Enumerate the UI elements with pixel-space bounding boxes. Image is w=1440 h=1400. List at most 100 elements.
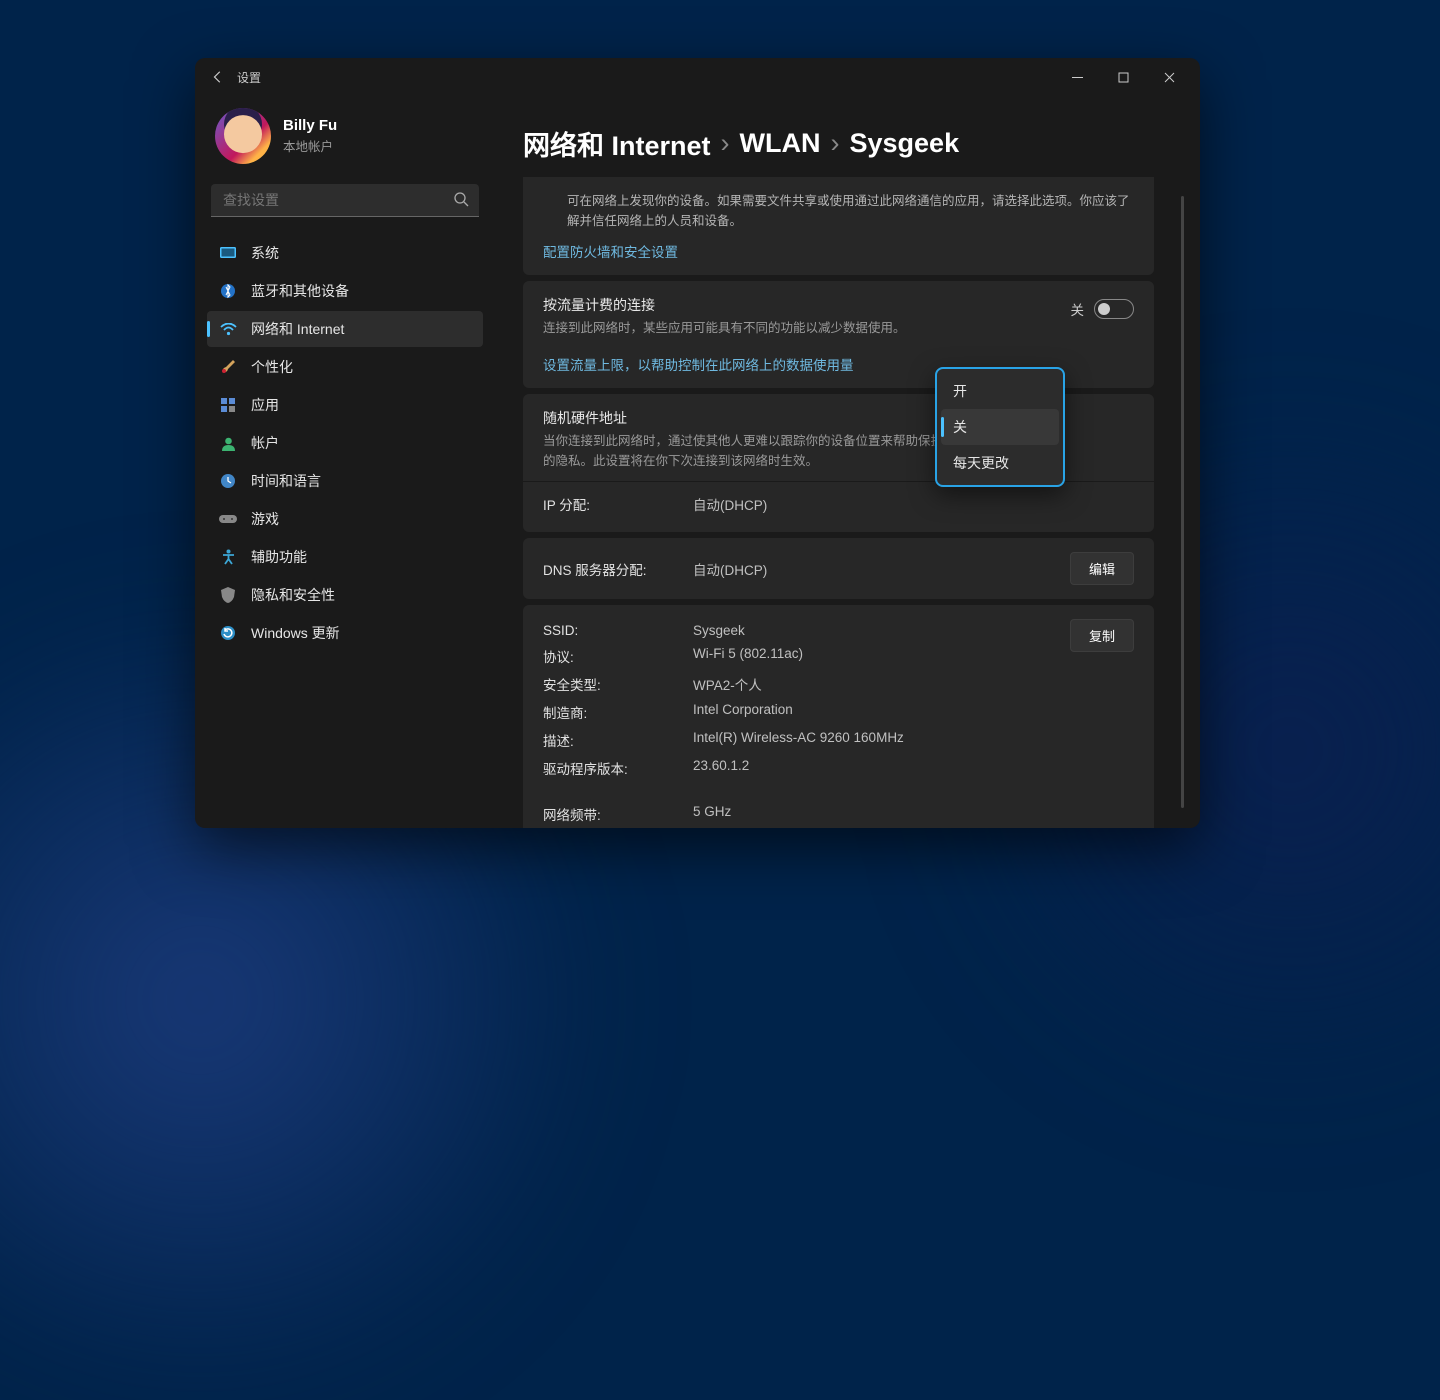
sidebar-item-network[interactable]: 网络和 Internet [207, 311, 483, 347]
properties-section: SSID:Sysgeek协议:Wi-Fi 5 (802.11ac)安全类型:WP… [523, 605, 1154, 828]
search-box[interactable] [211, 184, 479, 217]
property-value: 23.60.1.2 [693, 758, 749, 778]
clock-icon [219, 472, 237, 490]
user-name: Billy Fu [283, 117, 337, 134]
sidebar-item-personalization[interactable]: 个性化 [207, 349, 483, 385]
sidebar: Billy Fu 本地帐户 系统 蓝牙和其他设备 网络和 Internet 个性… [195, 96, 495, 828]
window-title: 设置 [237, 69, 261, 86]
sidebar-item-label: 个性化 [251, 357, 293, 377]
accessibility-icon [219, 548, 237, 566]
property-key: 驱动程序版本: [543, 758, 693, 778]
property-key: 协议: [543, 646, 693, 666]
random-mac-dropdown: 开 关 每天更改 [935, 367, 1065, 487]
sidebar-item-label: 辅助功能 [251, 547, 307, 567]
profile-info: 可在网络上发现你的设备。如果需要文件共享或使用通过此网络通信的应用，请选择此选项… [543, 191, 1134, 231]
data-limit-link[interactable]: 设置流量上限，以帮助控制在此网络上的数据使用量 [543, 354, 854, 374]
sidebar-item-gaming[interactable]: 游戏 [207, 501, 483, 537]
search-input[interactable] [211, 184, 479, 217]
toggle-label: 关 [1071, 299, 1085, 319]
dns-edit-button[interactable]: 编辑 [1070, 552, 1134, 585]
titlebar: 设置 [195, 58, 1200, 96]
sidebar-item-system[interactable]: 系统 [207, 235, 483, 271]
property-key: 安全类型: [543, 674, 693, 694]
dropdown-option-off[interactable]: 关 [941, 409, 1059, 445]
shield-icon [219, 586, 237, 604]
property-value: Sysgeek [693, 623, 745, 638]
sidebar-item-label: 蓝牙和其他设备 [251, 281, 349, 301]
sidebar-item-label: 系统 [251, 243, 279, 263]
property-value: Intel Corporation [693, 702, 793, 722]
sidebar-item-accessibility[interactable]: 辅助功能 [207, 539, 483, 575]
breadcrumb-wlan[interactable]: WLAN [740, 128, 821, 159]
metered-toggle[interactable] [1094, 299, 1134, 319]
dns-label: DNS 服务器分配: [543, 559, 693, 579]
breadcrumb-network[interactable]: 网络和 Internet [523, 124, 711, 163]
sidebar-item-label: 网络和 Internet [251, 319, 344, 339]
close-button[interactable] [1146, 58, 1192, 96]
dns-section: DNS 服务器分配:自动(DHCP) 编辑 [523, 538, 1154, 599]
chevron-right-icon: › [721, 128, 730, 159]
dropdown-option-on[interactable]: 开 [941, 373, 1059, 409]
property-value: 5 GHz [693, 804, 731, 824]
property-row: 驱动程序版本:23.60.1.2 [543, 754, 1070, 782]
chevron-right-icon: › [831, 128, 840, 159]
search-icon [453, 191, 469, 207]
property-row: 网络频带:5 GHz [543, 800, 1134, 828]
update-icon [219, 624, 237, 642]
wifi-icon [219, 320, 237, 338]
sidebar-item-label: 隐私和安全性 [251, 585, 335, 605]
random-mac-title: 随机硬件地址 [543, 408, 963, 428]
sidebar-item-apps[interactable]: 应用 [207, 387, 483, 423]
property-row: 制造商:Intel Corporation [543, 698, 1070, 726]
person-icon [219, 434, 237, 452]
breadcrumb-current: Sysgeek [850, 128, 960, 159]
metered-title: 按流量计费的连接 [543, 295, 1071, 315]
sidebar-item-update[interactable]: Windows 更新 [207, 615, 483, 651]
bluetooth-icon [219, 282, 237, 300]
dropdown-option-daily[interactable]: 每天更改 [941, 445, 1059, 481]
metered-sub: 连接到此网络时，某些应用可能具有不同的功能以减少数据使用。 [543, 319, 1071, 338]
breadcrumb: 网络和 Internet › WLAN › Sysgeek [523, 96, 1200, 177]
sidebar-item-label: 时间和语言 [251, 471, 321, 491]
property-value: Wi-Fi 5 (802.11ac) [693, 646, 803, 666]
dns-value: 自动(DHCP) [693, 559, 767, 579]
property-value: Intel(R) Wireless-AC 9260 160MHz [693, 730, 904, 750]
property-value: WPA2-个人 [693, 674, 762, 694]
property-row: 协议:Wi-Fi 5 (802.11ac) [543, 642, 1070, 670]
sidebar-item-accounts[interactable]: 帐户 [207, 425, 483, 461]
sidebar-item-label: 游戏 [251, 509, 279, 529]
system-icon [219, 244, 237, 262]
main-content: 网络和 Internet › WLAN › Sysgeek 可在网络上发现你的设… [495, 96, 1200, 828]
firewall-link[interactable]: 配置防火墙和安全设置 [543, 241, 678, 261]
settings-window: 设置 Billy Fu 本地帐户 系统 蓝牙和其他设备 网络和 Internet [195, 58, 1200, 828]
back-button[interactable] [203, 62, 233, 92]
sidebar-item-bluetooth[interactable]: 蓝牙和其他设备 [207, 273, 483, 309]
property-key: SSID: [543, 623, 693, 638]
ip-value: 自动(DHCP) [693, 494, 767, 514]
sidebar-item-label: 应用 [251, 395, 279, 415]
sidebar-item-time[interactable]: 时间和语言 [207, 463, 483, 499]
maximize-button[interactable] [1100, 58, 1146, 96]
copy-button[interactable]: 复制 [1070, 619, 1134, 652]
minimize-button[interactable] [1054, 58, 1100, 96]
user-block[interactable]: Billy Fu 本地帐户 [207, 96, 483, 184]
sidebar-item-label: 帐户 [251, 433, 279, 453]
property-key: 制造商: [543, 702, 693, 722]
gamepad-icon [219, 510, 237, 528]
nav: 系统 蓝牙和其他设备 网络和 Internet 个性化 应用 帐户 时间和语言 … [207, 235, 483, 651]
property-row: 安全类型:WPA2-个人 [543, 670, 1070, 698]
random-mac-sub: 当你连接到此网络时，通过使其他人更难以跟踪你的设备位置来帮助保护你的隐私。此设置… [543, 432, 963, 471]
ip-label: IP 分配: [543, 494, 693, 514]
sidebar-item-privacy[interactable]: 隐私和安全性 [207, 577, 483, 613]
scrollbar[interactable] [1181, 196, 1184, 808]
property-row: 描述:Intel(R) Wireless-AC 9260 160MHz [543, 726, 1070, 754]
property-key: 描述: [543, 730, 693, 750]
property-row: SSID:Sysgeek [543, 619, 1070, 642]
sidebar-item-label: Windows 更新 [251, 623, 340, 643]
apps-icon [219, 396, 237, 414]
avatar [215, 108, 271, 164]
user-account: 本地帐户 [283, 136, 337, 155]
profile-section: 可在网络上发现你的设备。如果需要文件共享或使用通过此网络通信的应用，请选择此选项… [523, 177, 1154, 275]
property-key: 网络频带: [543, 804, 693, 824]
brush-icon [219, 358, 237, 376]
